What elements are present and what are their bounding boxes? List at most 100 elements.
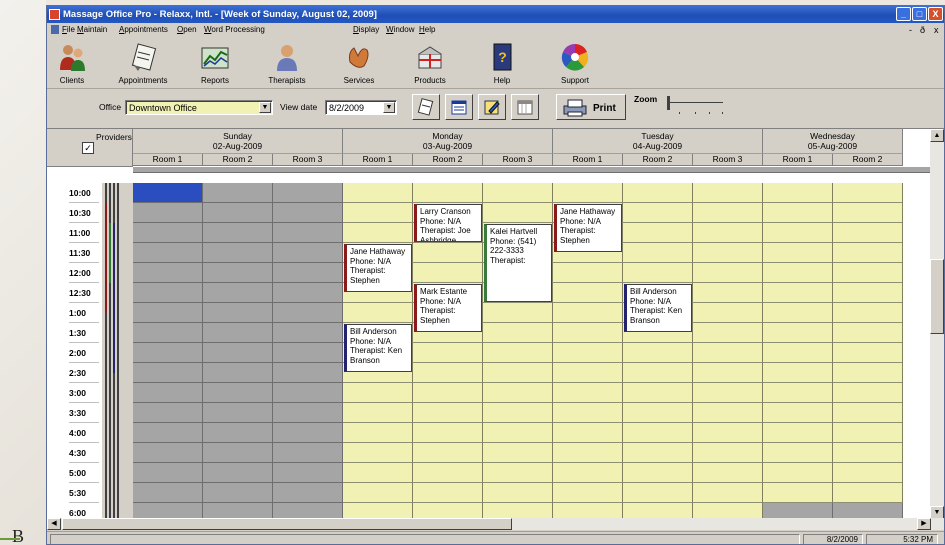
time-slot-cell[interactable] [553,323,623,343]
time-slot-cell[interactable] [483,183,553,203]
time-slot-cell[interactable] [483,363,553,383]
time-slot-cell[interactable] [483,303,553,323]
time-slot-cell[interactable] [413,403,483,423]
document-icon[interactable] [51,25,59,34]
time-slot-cell[interactable] [203,383,273,403]
time-slot-cell[interactable] [273,383,343,403]
time-slot-cell[interactable] [273,303,343,323]
time-slot-cell[interactable] [133,243,203,263]
time-slot-cell[interactable] [833,303,903,323]
time-slot-cell[interactable] [413,483,483,503]
time-slot-cell[interactable] [343,303,413,323]
time-slot-cell[interactable] [833,223,903,243]
time-slot-cell[interactable] [483,343,553,363]
time-slot-cell[interactable] [623,403,693,423]
time-slot-cell[interactable] [693,443,763,463]
time-slot-cell[interactable] [273,503,343,518]
time-slot-cell[interactable] [133,423,203,443]
time-slot-cell[interactable] [133,263,203,283]
time-slot-cell[interactable] [133,303,203,323]
time-slot-cell[interactable] [763,423,833,443]
time-slot-cell[interactable] [133,183,203,203]
time-slot-cell[interactable] [483,503,553,518]
time-slot-cell[interactable] [413,183,483,203]
time-slot-cell[interactable] [273,343,343,363]
time-slot-cell[interactable] [693,323,763,343]
day-view-button[interactable] [445,94,473,120]
menu-appointments[interactable]: Appointments [119,25,168,34]
time-slot-cell[interactable] [833,183,903,203]
room-header[interactable]: Room 3 [273,154,343,166]
time-slot-cell[interactable] [693,243,763,263]
maximize-button[interactable]: □ [912,7,927,21]
day-header[interactable]: Tuesday 04-Aug-2009 [553,129,763,154]
time-slot-cell[interactable] [623,443,693,463]
time-slot-cell[interactable] [623,463,693,483]
time-slot-cell[interactable] [273,363,343,383]
zoom-slider[interactable] [667,96,727,118]
time-slot-cell[interactable] [203,323,273,343]
time-slot-cell[interactable] [343,203,413,223]
time-slot-cell[interactable] [343,403,413,423]
time-slot-cell[interactable] [763,223,833,243]
scroll-up-button[interactable]: ▲ [930,129,944,142]
time-slot-cell[interactable] [273,323,343,343]
toolbar-therapists-button[interactable]: Therapists [252,39,322,87]
menu-open[interactable]: Open [177,25,197,34]
time-slot-cell[interactable] [763,283,833,303]
time-slot-cell[interactable] [553,283,623,303]
menu-help[interactable]: Help [419,25,435,34]
time-slot-cell[interactable] [413,443,483,463]
time-slot-cell[interactable] [203,183,273,203]
time-slot-cell[interactable] [273,443,343,463]
time-slot-cell[interactable] [343,483,413,503]
menu-file[interactable]: File [62,25,75,34]
time-slot-cell[interactable] [833,283,903,303]
time-slot-cell[interactable] [133,223,203,243]
mdi-minimize-button[interactable]: - [909,25,912,35]
scroll-left-button[interactable]: ◀ [47,518,61,530]
time-slot-cell[interactable] [763,323,833,343]
time-slot-cell[interactable] [553,463,623,483]
time-slot-cell[interactable] [833,443,903,463]
time-slot-cell[interactable] [623,483,693,503]
time-slot-cell[interactable] [693,303,763,323]
time-slot-cell[interactable] [203,403,273,423]
toolbar-products-button[interactable]: Products [395,39,465,87]
time-slot-cell[interactable] [693,183,763,203]
time-slot-cell[interactable] [273,203,343,223]
time-slot-cell[interactable] [763,243,833,263]
room-header[interactable]: Room 1 [133,154,203,166]
time-slot-cell[interactable] [273,183,343,203]
time-slot-cell[interactable] [133,443,203,463]
time-slot-cell[interactable] [133,343,203,363]
time-slot-cell[interactable] [203,363,273,383]
time-slot-cell[interactable] [203,223,273,243]
time-slot-cell[interactable] [763,183,833,203]
time-slot-cell[interactable] [623,223,693,243]
time-slot-cell[interactable] [343,503,413,518]
appointment-card[interactable]: Larry Cranson Phone: N/A Therapist: Joe … [414,204,482,242]
time-slot-cell[interactable] [623,263,693,283]
time-slot-cell[interactable] [693,263,763,283]
time-slot-cell[interactable] [623,363,693,383]
time-slot-cell[interactable] [483,443,553,463]
time-slot-cell[interactable] [133,483,203,503]
time-slot-cell[interactable] [833,343,903,363]
time-slot-cell[interactable] [203,283,273,303]
time-slot-cell[interactable] [763,483,833,503]
room-header[interactable]: Room 3 [483,154,553,166]
mdi-restore-button[interactable]: ð [920,25,925,35]
time-slot-cell[interactable] [833,323,903,343]
horizontal-scrollbar[interactable]: ◀ ▶ [47,518,944,530]
time-slot-cell[interactable] [763,343,833,363]
time-slot-cell[interactable] [623,503,693,518]
time-slot-cell[interactable] [623,243,693,263]
time-slot-cell[interactable] [693,203,763,223]
time-slot-cell[interactable] [203,243,273,263]
time-slot-cell[interactable] [273,463,343,483]
room-header[interactable]: Room 1 [553,154,623,166]
appointment-card[interactable]: Mark Estante Phone: N/A Therapist: Steph… [414,284,482,332]
menu-window[interactable]: Window [386,25,414,34]
appointment-card[interactable]: Kalei Hartvell Phone: (541) 222-3333 The… [484,224,552,302]
